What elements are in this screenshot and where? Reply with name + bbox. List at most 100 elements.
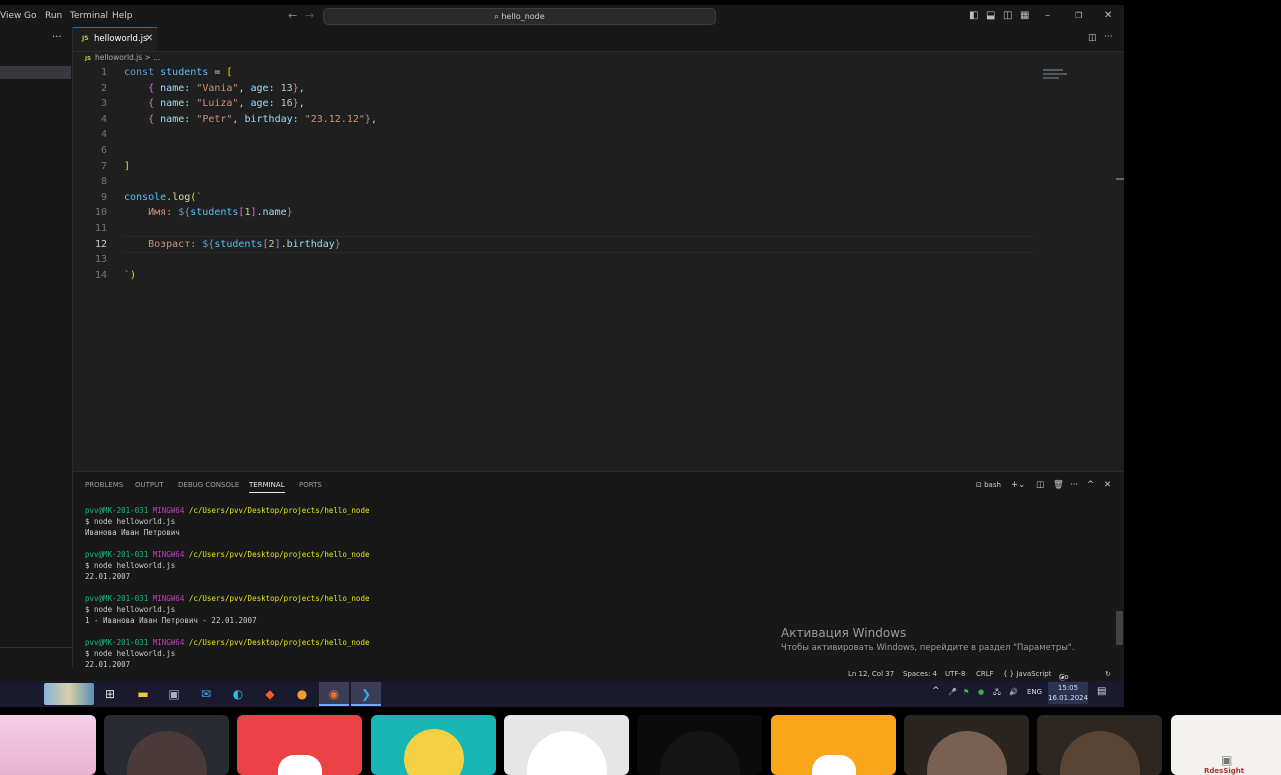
show-hidden-icons-icon[interactable]: ^ (932, 686, 940, 696)
menu-help[interactable]: Help (112, 11, 133, 21)
terminal-shell-selector[interactable]: ⊡ bash (976, 481, 1001, 489)
editor-more-icon[interactable]: ··· (1104, 32, 1113, 42)
edge-browser-icon[interactable]: ◐ (230, 686, 246, 702)
windows-taskbar: ⊞ ▬ ▣ ✉ ◐ ◆ ● ◉ ❯ ^ 🎤 ⚑ ● 🖧 🔊 ENG 15:05 … (0, 681, 1124, 707)
command-center-search[interactable]: ⌕ hello_node (323, 8, 716, 25)
javascript-file-icon: JS (82, 35, 89, 42)
selected-explorer-item[interactable] (0, 66, 71, 79)
code-line: 7] (100, 160, 131, 172)
thumbnail-discord-orange[interactable] (771, 715, 896, 775)
thumbnail-light-avatar[interactable] (504, 715, 629, 775)
app-icon[interactable]: ● (294, 686, 310, 702)
language-indicator[interactable]: ENG (1027, 688, 1042, 696)
terminal-prompt: pvv@MK-201-031 MINGW64 /c/Users/pvv/Desk… (85, 506, 370, 515)
store-icon[interactable]: ▣ (166, 686, 182, 702)
terminal-prompt: pvv@MK-201-031 MINGW64 /c/Users/pvv/Desk… (85, 594, 370, 603)
notification-center-icon[interactable]: ▤ (1097, 686, 1106, 697)
close-window-icon[interactable]: ✕ (1104, 10, 1112, 21)
maximize-panel-icon[interactable]: ^ (1087, 480, 1094, 490)
menu-go[interactable]: Go (24, 11, 36, 21)
terminal-icon: ⊡ (976, 481, 985, 489)
back-arrow-icon[interactable]: ← (288, 9, 297, 22)
tab-terminal[interactable]: TERMINAL (249, 481, 285, 493)
close-icon[interactable]: ✕ (145, 33, 153, 44)
thumbnail-dark-avatar[interactable] (637, 715, 762, 775)
encoding[interactable]: UTF-8 (945, 670, 965, 678)
flag-icon[interactable]: ⚑ (963, 688, 969, 696)
status-bar: Ln 12, Col 37 Spaces: 4 UTF-8 CRLF { } J… (0, 667, 1124, 681)
cursor-position[interactable]: Ln 12, Col 37 (848, 670, 894, 678)
vscode-taskbar-icon[interactable]: ❯ (351, 682, 381, 706)
thumbnail-anime-avatar[interactable] (0, 715, 96, 775)
code-line: 1 const students = [ (73, 65, 1033, 80)
customize-layout-icon[interactable]: ▦ (1020, 10, 1029, 21)
notifications-icon[interactable]: ↻ (1105, 670, 1111, 678)
toggle-panel-icon[interactable]: ⬓ (986, 10, 995, 21)
code-line: 6 (100, 145, 107, 156)
more-actions-icon[interactable]: ··· (52, 32, 62, 43)
toggle-primary-sidebar-icon[interactable]: ◧ (969, 10, 978, 21)
forward-arrow-icon[interactable]: → (305, 9, 314, 22)
task-view-icon[interactable]: ⊞ (102, 686, 118, 702)
terminal-command: $ node helloworld.js (85, 517, 176, 526)
split-terminal-icon[interactable]: ◫ (1036, 480, 1044, 490)
terminal-output[interactable]: pvv@MK-201-031 MINGW64 /c/Users/pvv/Desk… (85, 505, 369, 670)
tab-problems[interactable]: PROBLEMS (85, 481, 123, 489)
taskbar-app-active-icon[interactable]: ◉ (319, 682, 349, 706)
terminal-scrollbar[interactable] (1116, 611, 1123, 645)
terminal-output-line: Иванова Иван Петрович (85, 528, 180, 537)
scrollbar-marker[interactable] (1116, 178, 1124, 180)
line-number: 1 (100, 67, 107, 78)
panel-more-icon[interactable]: ··· (1070, 480, 1078, 490)
new-terminal-icon[interactable]: +⌄ (1011, 480, 1025, 490)
menu-view[interactable]: View (0, 11, 21, 21)
line-ending[interactable]: CRLF (976, 670, 994, 678)
code-line: 8 (100, 176, 107, 188)
tab-ports[interactable]: PORTS (299, 481, 322, 489)
wallpaper-thumbnail[interactable] (44, 683, 94, 705)
language-mode[interactable]: { } JavaScript (1003, 670, 1051, 678)
terminal-output-line: 1 - Иванова Иван Петрович - 22.01.2007 (85, 616, 257, 625)
avatar (403, 729, 464, 775)
thumbnail-discord-red[interactable] (237, 715, 362, 775)
code-editor[interactable]: 1 const students = [ 2 { name: "Vania", a… (73, 65, 1124, 465)
breadcrumb[interactable]: JS helloworld.js > ... (85, 53, 160, 62)
minimap[interactable] (1043, 69, 1068, 85)
tab-helloworld[interactable]: JS helloworld.js ✕ (73, 27, 157, 51)
indentation[interactable]: Spaces: 4 (903, 670, 937, 678)
shield-icon[interactable]: ● (978, 688, 984, 696)
close-panel-icon[interactable]: ✕ (1104, 480, 1111, 490)
thumbnail-avatar[interactable] (104, 715, 229, 775)
tab-label: helloworld.js (94, 34, 148, 44)
tab-output[interactable]: OUTPUT (135, 481, 164, 489)
sidebar-divider (0, 647, 72, 648)
avatar (1059, 731, 1140, 775)
minimize-icon[interactable]: – (1045, 10, 1050, 21)
activation-title: Активация Windows (781, 626, 907, 640)
kill-terminal-icon[interactable]: 🗑 (1053, 480, 1064, 490)
clock[interactable]: 15:05 16.01.2024 (1048, 682, 1088, 704)
split-editor-icon[interactable]: ◫ (1088, 33, 1097, 43)
thumbnail-teal-avatar[interactable] (371, 715, 496, 775)
code-line: 9 console.log(` (100, 191, 203, 203)
discord-icon (277, 755, 322, 775)
terminal-command: $ node helloworld.js (85, 605, 176, 614)
thumbnail-logo[interactable]: ▣ RdesSight (1171, 715, 1281, 775)
volume-icon[interactable]: 🔊 (1009, 688, 1018, 696)
tab-debug-console[interactable]: DEBUG CONSOLE (178, 481, 239, 489)
thumbnail-photo-avatar[interactable] (904, 715, 1029, 775)
title-bar: View Go Run Terminal Help ← → ⌕ hello_no… (0, 5, 1124, 27)
microphone-icon[interactable]: 🎤 (948, 688, 957, 696)
file-explorer-icon[interactable]: ▬ (135, 686, 151, 702)
javascript-file-icon: JS (85, 56, 92, 62)
toggle-secondary-sidebar-icon[interactable]: ◫ (1003, 10, 1012, 21)
menu-run[interactable]: Run (45, 11, 62, 21)
network-icon[interactable]: 🖧 (993, 688, 1001, 699)
mail-icon[interactable]: ✉ (198, 686, 214, 702)
clock-time: 15:05 (1057, 684, 1079, 692)
menu-terminal[interactable]: Terminal (70, 11, 108, 21)
thumbnail-photo-avatar-2[interactable] (1037, 715, 1162, 775)
terminal-prompt: pvv@MK-201-031 MINGW64 /c/Users/pvv/Desk… (85, 638, 370, 647)
brave-browser-icon[interactable]: ◆ (262, 686, 278, 702)
restore-icon[interactable]: ❐ (1075, 11, 1082, 20)
